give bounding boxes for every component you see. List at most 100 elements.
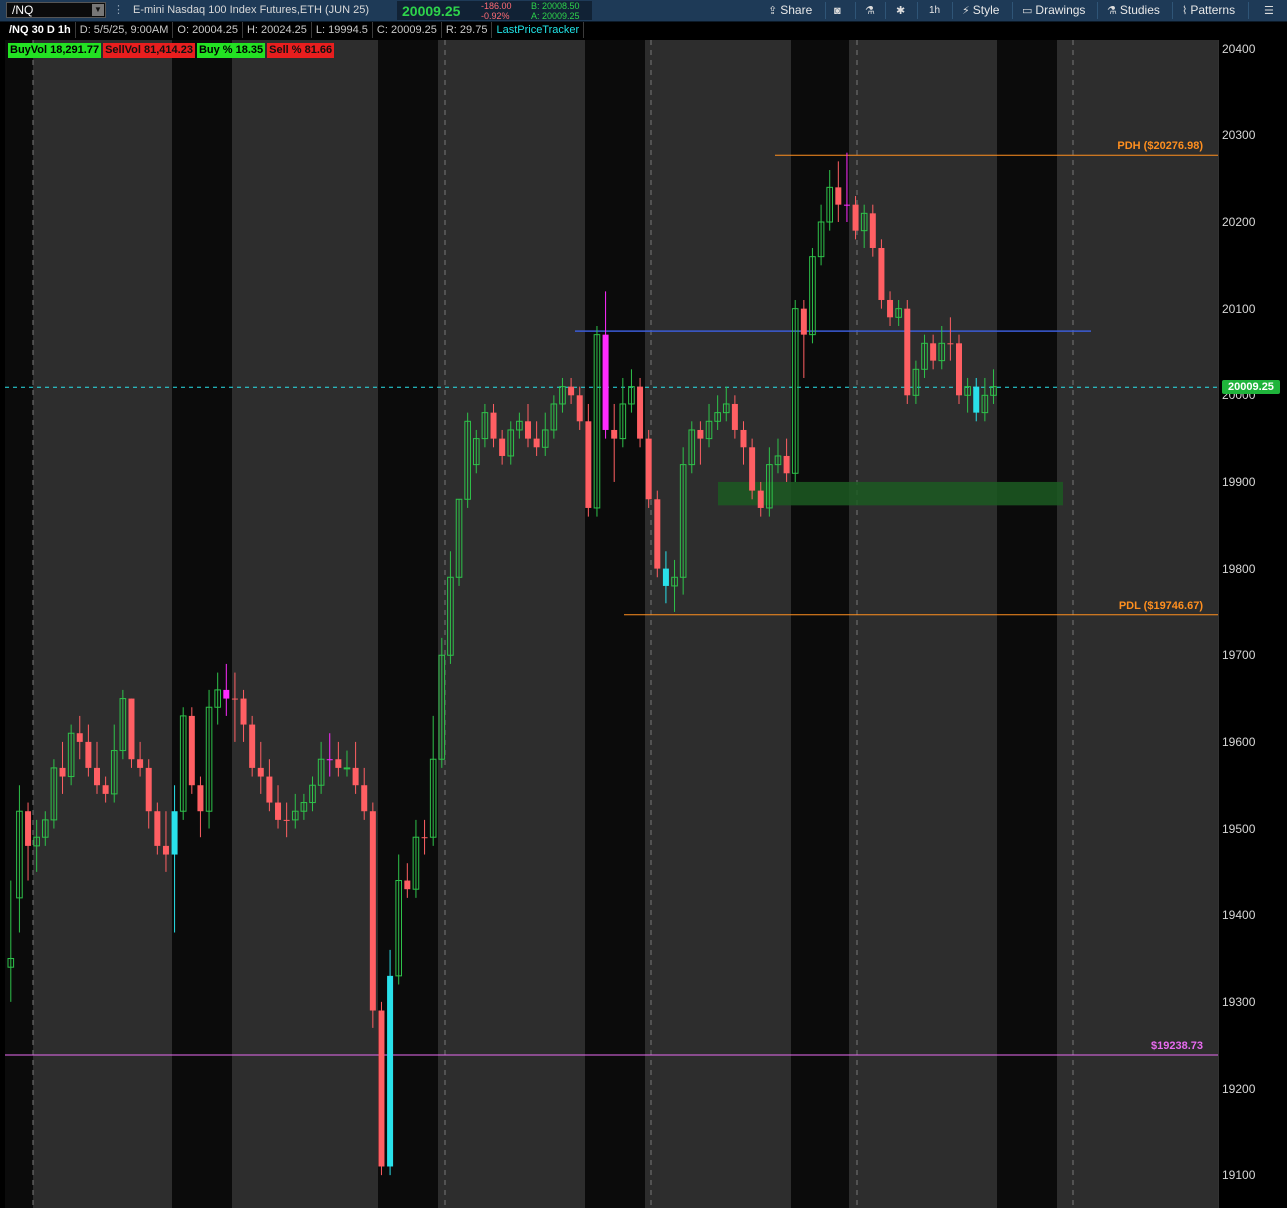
chart-title[interactable]: /NQ 30 D 1h bbox=[5, 22, 76, 38]
candle-body bbox=[223, 689, 230, 699]
chevron-down-icon[interactable]: ▼ bbox=[92, 4, 104, 16]
interval-button[interactable]: 1h bbox=[929, 5, 940, 16]
quote-box: 20009.25 -186.00 -0.92% B: 20008.50 A: 2… bbox=[397, 1, 592, 21]
symbol-description: E-mini Nasdaq 100 Index Futures,ETH (JUN… bbox=[133, 4, 369, 16]
share-label: Share bbox=[780, 3, 813, 17]
patterns-label: Patterns bbox=[1190, 3, 1236, 17]
camera-icon: ◙ bbox=[834, 5, 841, 17]
candle-body bbox=[266, 776, 273, 803]
candle-body bbox=[973, 386, 980, 413]
candle-body bbox=[869, 213, 876, 248]
divider bbox=[825, 2, 826, 19]
candle-body bbox=[904, 308, 911, 396]
candle-body bbox=[128, 698, 135, 760]
net-change: -186.00 -0.92% bbox=[481, 1, 512, 21]
symbol-input[interactable]: /NQ ▼ bbox=[6, 2, 106, 18]
candle-body bbox=[231, 698, 238, 700]
menu-icon: ☰ bbox=[1264, 5, 1274, 17]
candle-body bbox=[585, 421, 592, 508]
candle-body bbox=[76, 733, 83, 742]
candle-body bbox=[878, 247, 885, 300]
divider bbox=[917, 2, 918, 19]
pdh-label: PDH ($20276.98) bbox=[1117, 140, 1203, 153]
divider bbox=[952, 2, 953, 19]
candle-body bbox=[343, 767, 351, 770]
candle-body bbox=[162, 845, 169, 855]
sell-volume-label: SellVol 81,414.23 bbox=[103, 43, 195, 58]
buy-volume-label: BuyVol 18,291.77 bbox=[8, 43, 102, 58]
studies-label: Studies bbox=[1119, 3, 1160, 17]
candle-body bbox=[740, 429, 747, 448]
flask-button[interactable]: ⚗ bbox=[865, 3, 878, 17]
candle-body bbox=[930, 343, 937, 361]
candle-body bbox=[835, 187, 842, 205]
style-button[interactable]: ⚡ Style bbox=[962, 3, 999, 17]
settings-button[interactable]: ✱ bbox=[896, 3, 908, 17]
bar-low: L: 19994.5 bbox=[312, 22, 373, 38]
flask-icon: ⚗ bbox=[865, 5, 875, 17]
share-icon: ⇪ bbox=[768, 5, 778, 17]
candle-body bbox=[352, 767, 359, 786]
candle-body bbox=[956, 343, 962, 396]
link-icon[interactable]: ⋮ bbox=[113, 3, 124, 16]
candle-body bbox=[387, 975, 394, 1167]
chart-header: /NQ 30 D 1h D: 5/5/25, 9:00AM O: 20004.25 H… bbox=[5, 22, 585, 38]
share-button[interactable]: ⇪ Share bbox=[768, 3, 812, 17]
price-tick-label: 19700 bbox=[1222, 648, 1256, 663]
candle-body bbox=[257, 767, 264, 777]
price-tick-label: 19400 bbox=[1222, 908, 1256, 923]
style-icon: ⚡ bbox=[962, 5, 970, 17]
buy-percent-label: Buy % 18.35 bbox=[196, 43, 266, 58]
divider bbox=[1248, 2, 1249, 19]
candle-body bbox=[421, 837, 428, 839]
candle-body bbox=[783, 455, 790, 474]
candle-body bbox=[283, 819, 290, 821]
divider bbox=[1097, 2, 1098, 19]
session-band bbox=[645, 40, 791, 1208]
studies-button[interactable]: ⚗ Studies bbox=[1107, 3, 1160, 17]
session-band bbox=[1057, 40, 1218, 1208]
candle-body bbox=[326, 759, 333, 761]
study-label[interactable]: LastPriceTracker bbox=[492, 22, 585, 38]
price-tick-label: 19500 bbox=[1222, 821, 1256, 836]
chart-background bbox=[5, 40, 1218, 1208]
price-tick-label: 20300 bbox=[1222, 128, 1256, 143]
bid-ask: B: 20008.50 A: 20009.25 bbox=[531, 1, 580, 21]
drawings-icon: ▭ bbox=[1022, 5, 1033, 17]
gear-icon: ✱ bbox=[896, 5, 906, 17]
candle-body bbox=[697, 429, 704, 439]
session-band bbox=[33, 40, 172, 1208]
style-label: Style bbox=[972, 3, 1000, 17]
menu-button[interactable]: ☰ bbox=[1264, 3, 1277, 17]
candle-body bbox=[645, 438, 652, 500]
price-tick-label: 19200 bbox=[1222, 1081, 1256, 1096]
candle-body bbox=[568, 386, 575, 396]
snapshot-button[interactable]: ◙ bbox=[834, 3, 844, 17]
price-tick-label: 20400 bbox=[1222, 41, 1256, 56]
bar-close: C: 20009.25 bbox=[373, 22, 442, 38]
price-tick-label: 20100 bbox=[1222, 301, 1256, 316]
candle-body bbox=[404, 880, 411, 890]
patterns-button[interactable]: ⌇ Patterns bbox=[1182, 3, 1235, 17]
price-tick-label: 19600 bbox=[1222, 734, 1256, 749]
candle-body bbox=[25, 811, 32, 846]
drawings-button[interactable]: ▭ Drawings bbox=[1022, 3, 1085, 17]
candle-body bbox=[102, 785, 109, 794]
candle-body bbox=[887, 299, 894, 318]
candle-body bbox=[361, 785, 368, 812]
candle-body bbox=[731, 403, 738, 430]
net-change-value: -186.00 bbox=[481, 1, 512, 11]
candle-body bbox=[94, 767, 100, 786]
divider bbox=[1012, 2, 1013, 19]
pdl-label: PDL ($19746.67) bbox=[1118, 599, 1203, 612]
price-tick-label: 19900 bbox=[1222, 474, 1256, 489]
candle-body bbox=[378, 1010, 385, 1167]
symbol-value: /NQ bbox=[12, 3, 34, 17]
candle-body bbox=[499, 438, 506, 456]
studies-icon: ⚗ bbox=[1107, 5, 1117, 17]
candle-body bbox=[188, 715, 195, 786]
candle-body bbox=[662, 568, 669, 586]
candle-body bbox=[852, 204, 859, 231]
candle-body bbox=[197, 785, 204, 812]
price-chart[interactable] bbox=[5, 40, 1218, 1208]
